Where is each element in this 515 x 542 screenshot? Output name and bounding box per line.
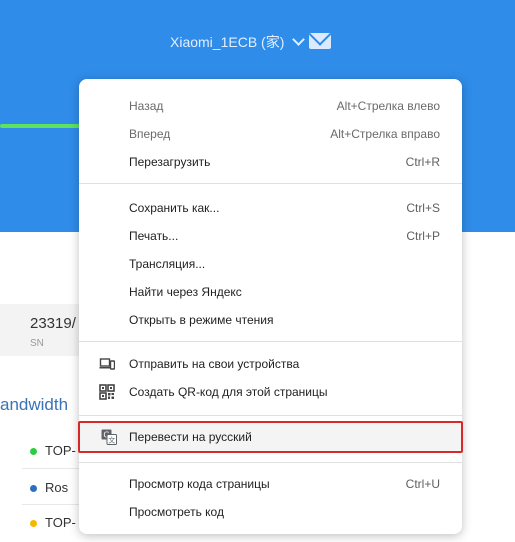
- menu-item-shortcut: Alt+Стрелка вправо: [330, 127, 440, 141]
- menu-item-back[interactable]: Назад Alt+Стрелка влево: [79, 92, 462, 120]
- menu-item-label: Вперед: [129, 127, 171, 141]
- menu-item-forward[interactable]: Вперед Alt+Стрелка вправо: [79, 120, 462, 148]
- menu-item-label: Найти через Яндекс: [129, 285, 242, 299]
- sn-label: SN: [30, 338, 44, 349]
- menu-item-label: Назад: [129, 99, 164, 113]
- menu-item-reload[interactable]: Перезагрузить Ctrl+R: [79, 148, 462, 176]
- menu-item-view-source[interactable]: Просмотр кода страницы Ctrl+U: [79, 470, 462, 498]
- menu-item-label: Отправить на свои устройства: [129, 357, 300, 371]
- divider: [22, 504, 82, 505]
- menu-item-reading-mode[interactable]: Открыть в режиме чтения: [79, 306, 462, 334]
- devices-icon: [99, 356, 116, 372]
- menu-item-shortcut: Ctrl+R: [405, 155, 440, 169]
- menu-item-shortcut: Alt+Стрелка влево: [336, 99, 440, 113]
- menu-separator: [79, 415, 462, 416]
- context-menu: Назад Alt+Стрелка влево Вперед Alt+Стрел…: [79, 79, 462, 534]
- divider: [22, 468, 82, 469]
- sn-value: 23319/: [30, 315, 76, 332]
- router-name: Xiaomi_1ECB (家): [170, 34, 285, 50]
- menu-item-label: Создать QR-код для этой страницы: [129, 385, 328, 399]
- menu-item-print[interactable]: Печать... Ctrl+P: [79, 222, 462, 250]
- translate-icon: G 文: [101, 429, 117, 445]
- mail-icon[interactable]: [309, 33, 331, 49]
- menu-item-shortcut: Ctrl+U: [405, 477, 440, 491]
- device-status-dot: [30, 485, 37, 492]
- menu-item-label: Трансляция...: [129, 257, 206, 271]
- menu-item-save-as[interactable]: Сохранить как... Ctrl+S: [79, 194, 462, 222]
- menu-item-label: Перезагрузить: [129, 155, 211, 169]
- menu-item-label: Просмотреть код: [129, 505, 224, 519]
- qr-code-icon: [99, 384, 115, 400]
- device-name[interactable]: TOP-: [45, 515, 76, 530]
- menu-item-label: Сохранить как...: [129, 201, 220, 215]
- progress-line: [0, 124, 90, 128]
- chevron-down-icon: [292, 33, 306, 46]
- menu-item-label: Открыть в режиме чтения: [129, 313, 274, 327]
- device-status-dot: [30, 448, 37, 455]
- menu-item-shortcut: Ctrl+P: [406, 229, 440, 243]
- router-selector[interactable]: Xiaomi_1ECB (家): [170, 32, 306, 52]
- menu-item-shortcut: Ctrl+S: [406, 201, 440, 215]
- menu-item-label: Печать...: [129, 229, 179, 243]
- menu-item-inspect[interactable]: Просмотреть код: [79, 498, 462, 526]
- menu-separator: [79, 462, 462, 463]
- menu-item-qr-code[interactable]: Создать QR-код для этой страницы: [79, 378, 462, 406]
- menu-separator: [79, 341, 462, 342]
- bandwidth-title: andwidth: [0, 395, 69, 414]
- menu-item-send-to-devices[interactable]: Отправить на свои устройства: [79, 350, 462, 378]
- device-name[interactable]: Ros: [45, 480, 68, 495]
- menu-item-search-yandex[interactable]: Найти через Яндекс: [79, 278, 462, 306]
- menu-item-translate[interactable]: G 文 Перевести на русский: [78, 421, 463, 453]
- menu-item-label: Перевести на русский: [129, 430, 252, 444]
- menu-item-cast[interactable]: Трансляция...: [79, 250, 462, 278]
- svg-text:文: 文: [108, 436, 115, 445]
- menu-separator: [79, 183, 462, 184]
- device-status-dot: [30, 520, 37, 527]
- menu-item-label: Просмотр кода страницы: [129, 477, 270, 491]
- device-name[interactable]: TOP-: [45, 443, 76, 458]
